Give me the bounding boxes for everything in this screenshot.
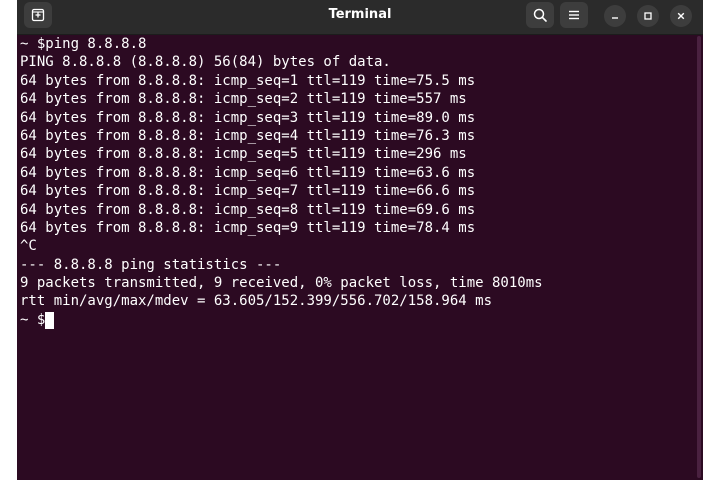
- terminal-line: 64 bytes from 8.8.8.8: icmp_seq=8 ttl=11…: [20, 201, 476, 218]
- search-button[interactable]: [526, 2, 554, 28]
- hamburger-menu-icon: [569, 10, 579, 20]
- terminal-window: Terminal ~ $ping 8.8.8.8 PING 8.8.8.8 (8…: [17, 0, 703, 480]
- terminal-line: --- 8.8.8.8 ping statistics ---: [20, 256, 282, 273]
- window-title: Terminal: [328, 7, 392, 22]
- terminal-line: 64 bytes from 8.8.8.8: icmp_seq=5 ttl=11…: [20, 146, 467, 163]
- terminal-line: 64 bytes from 8.8.8.8: icmp_seq=4 ttl=11…: [20, 127, 476, 144]
- terminal-line: 64 bytes from 8.8.8.8: icmp_seq=9 ttl=11…: [20, 219, 476, 236]
- title-bar[interactable]: Terminal: [17, 0, 703, 35]
- terminal-line: 64 bytes from 8.8.8.8: icmp_seq=6 ttl=11…: [20, 164, 476, 181]
- terminal-line: 64 bytes from 8.8.8.8: icmp_seq=3 ttl=11…: [20, 109, 476, 126]
- terminal-line: 64 bytes from 8.8.8.8: icmp_seq=7 ttl=11…: [20, 183, 476, 200]
- terminal-line: ^C: [20, 238, 37, 255]
- terminal-line: ~ $ping 8.8.8.8: [20, 36, 147, 52]
- shell-prompt: ~ $: [20, 311, 46, 328]
- terminal-output[interactable]: ~ $ping 8.8.8.8 PING 8.8.8.8 (8.8.8.8) 5…: [20, 35, 686, 480]
- search-icon: [533, 8, 547, 22]
- terminal-line: 64 bytes from 8.8.8.8: icmp_seq=2 ttl=11…: [20, 91, 467, 108]
- terminal-line: PING 8.8.8.8 (8.8.8.8) 56(84) bytes of d…: [20, 54, 391, 71]
- close-button[interactable]: [670, 5, 692, 27]
- prompt-line[interactable]: ~ $: [20, 311, 686, 329]
- maximize-button[interactable]: [637, 5, 659, 27]
- maximize-icon: [644, 12, 652, 20]
- minimize-button[interactable]: [604, 5, 626, 27]
- close-icon: [677, 12, 685, 20]
- scrollbar[interactable]: [697, 36, 701, 478]
- text-cursor: [45, 311, 55, 329]
- terminal-line: rtt min/avg/max/mdev = 63.605/152.399/55…: [20, 293, 493, 310]
- terminal-line: 64 bytes from 8.8.8.8: icmp_seq=1 ttl=11…: [20, 72, 476, 89]
- terminal-line: 9 packets transmitted, 9 received, 0% pa…: [20, 275, 543, 292]
- menu-button[interactable]: [560, 2, 588, 28]
- minimize-icon: [612, 17, 618, 19]
